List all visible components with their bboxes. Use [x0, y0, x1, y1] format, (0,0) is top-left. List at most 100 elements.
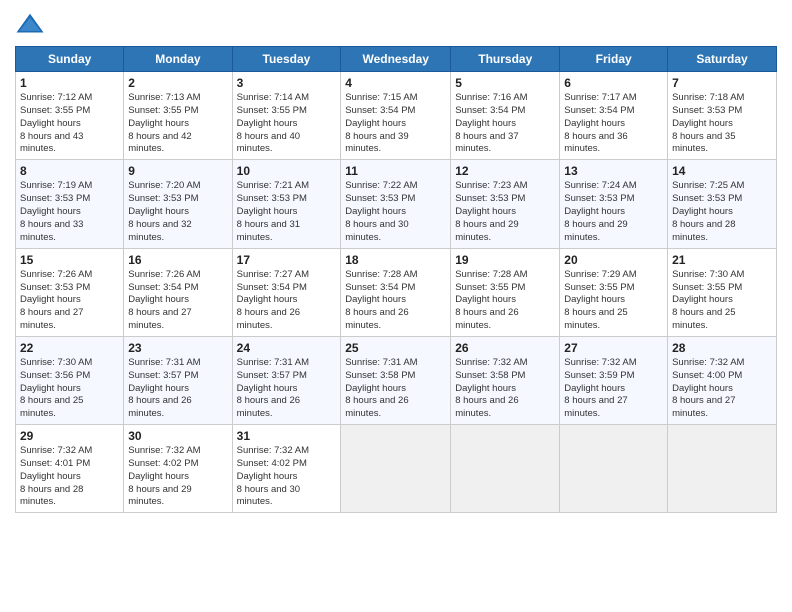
daylight-value: 8 hours and 25 minutes.: [20, 395, 83, 419]
sunrise: Sunrise: 7:26 AM: [20, 269, 92, 280]
sunrise: Sunrise: 7:24 AM: [564, 180, 636, 191]
daylight-value: 8 hours and 26 minutes.: [455, 307, 518, 331]
day-number: 11: [345, 163, 446, 179]
daylight-label: Daylight hours: [564, 383, 625, 394]
daylight-label: Daylight hours: [128, 206, 189, 217]
sunrise: Sunrise: 7:19 AM: [20, 180, 92, 191]
calendar-cell: 15Sunrise: 7:26 AMSunset: 3:53 PMDayligh…: [16, 248, 124, 336]
calendar-cell: 24Sunrise: 7:31 AMSunset: 3:57 PMDayligh…: [232, 336, 341, 424]
daylight-label: Daylight hours: [345, 383, 406, 394]
daylight-label: Daylight hours: [455, 294, 516, 305]
sunset: Sunset: 4:02 PM: [237, 458, 307, 469]
daylight-value: 8 hours and 40 minutes.: [237, 131, 300, 155]
calendar-cell: 28Sunrise: 7:32 AMSunset: 4:00 PMDayligh…: [668, 336, 777, 424]
calendar-cell: 16Sunrise: 7:26 AMSunset: 3:54 PMDayligh…: [124, 248, 232, 336]
calendar-cell: 18Sunrise: 7:28 AMSunset: 3:54 PMDayligh…: [341, 248, 451, 336]
sunrise: Sunrise: 7:31 AM: [345, 357, 417, 368]
daylight-value: 8 hours and 27 minutes.: [672, 395, 735, 419]
daylight-value: 8 hours and 29 minutes.: [128, 484, 191, 508]
daylight-value: 8 hours and 35 minutes.: [672, 131, 735, 155]
day-number: 29: [20, 428, 119, 444]
week-row-5: 29 Sunrise: 7:32 AM Sunset: 4:01 PM Dayligh…: [16, 425, 777, 513]
day-number: 31: [237, 428, 337, 444]
weekday-header-thursday: Thursday: [451, 47, 560, 72]
calendar-cell: 17Sunrise: 7:27 AMSunset: 3:54 PMDayligh…: [232, 248, 341, 336]
sunset: Sunset: 3:54 PM: [564, 105, 634, 116]
day-number: 1: [20, 75, 119, 91]
day-number: 22: [20, 340, 119, 356]
daylight-label: Daylight hours: [672, 206, 733, 217]
calendar-cell: [341, 425, 451, 513]
daylight-label: Daylight hours: [455, 206, 516, 217]
sunset: Sunset: 3:58 PM: [345, 370, 415, 381]
sunset: Sunset: 3:55 PM: [128, 105, 198, 116]
daylight-value: 8 hours and 27 minutes.: [20, 307, 83, 331]
sunset: Sunset: 3:54 PM: [128, 282, 198, 293]
daylight-label: Daylight hours: [455, 118, 516, 129]
calendar-cell: [668, 425, 777, 513]
sunrise: Sunrise: 7:32 AM: [455, 357, 527, 368]
day-number: 8: [20, 163, 119, 179]
sunset: Sunset: 3:57 PM: [237, 370, 307, 381]
calendar-cell: 23Sunrise: 7:31 AMSunset: 3:57 PMDayligh…: [124, 336, 232, 424]
day-number: 27: [564, 340, 663, 356]
calendar-cell: 31Sunrise: 7:32 AMSunset: 4:02 PMDayligh…: [232, 425, 341, 513]
day-number: 2: [128, 75, 227, 91]
daylight-label: Daylight hours: [237, 206, 298, 217]
daylight-value: 8 hours and 26 minutes.: [237, 307, 300, 331]
sunset: Sunset: 4:00 PM: [672, 370, 742, 381]
daylight-label: Daylight hours: [237, 294, 298, 305]
sunrise: Sunrise: 7:21 AM: [237, 180, 309, 191]
day-number: 6: [564, 75, 663, 91]
calendar-cell: 22Sunrise: 7:30 AMSunset: 3:56 PMDayligh…: [16, 336, 124, 424]
sunrise: Sunrise: 7:32 AM: [128, 445, 200, 456]
sunrise: Sunrise: 7:28 AM: [345, 269, 417, 280]
weekday-header-row: SundayMondayTuesdayWednesdayThursdayFrid…: [16, 47, 777, 72]
week-row-2: 8Sunrise: 7:19 AM Sunset: 3:53 PM Daylight…: [16, 160, 777, 248]
daylight-label: Daylight hours: [128, 471, 189, 482]
daylight-label: Daylight hours: [672, 118, 733, 129]
daylight-label: Daylight hours: [345, 118, 406, 129]
calendar-cell: 4Sunrise: 7:15 AMSunset: 3:54 PMDaylight…: [341, 72, 451, 160]
day-number: 17: [237, 252, 337, 268]
daylight-value: 8 hours and 39 minutes.: [345, 131, 408, 155]
daylight-value: 8 hours and 26 minutes.: [455, 395, 518, 419]
weekday-header-tuesday: Tuesday: [232, 47, 341, 72]
day-number: 26: [455, 340, 555, 356]
daylight-label: Daylight hours: [237, 383, 298, 394]
sunrise: Sunrise: 7:23 AM: [455, 180, 527, 191]
daylight-value: 8 hours and 43 minutes.: [20, 131, 83, 155]
daylight-label: Daylight hours: [20, 471, 81, 482]
sunset: Sunset: 3:53 PM: [128, 193, 198, 204]
sunset: Sunset: 4:01 PM: [20, 458, 90, 469]
day-number: 7: [672, 75, 772, 91]
sunrise: Sunrise: 7:13 AM: [128, 92, 200, 103]
daylight-value: 8 hours and 29 minutes.: [455, 219, 518, 243]
day-number: 25: [345, 340, 446, 356]
daylight-value: 8 hours and 30 minutes.: [237, 484, 300, 508]
week-row-4: 22Sunrise: 7:30 AMSunset: 3:56 PMDayligh…: [16, 336, 777, 424]
calendar-cell: 6Sunrise: 7:17 AMSunset: 3:54 PMDaylight…: [560, 72, 668, 160]
weekday-header-saturday: Saturday: [668, 47, 777, 72]
day-number: 19: [455, 252, 555, 268]
day-number: 5: [455, 75, 555, 91]
sunset: Sunset: 3:55 PM: [672, 282, 742, 293]
calendar-cell: 5Sunrise: 7:16 AMSunset: 3:54 PMDaylight…: [451, 72, 560, 160]
daylight-value: 8 hours and 27 minutes.: [564, 395, 627, 419]
day-number: 16: [128, 252, 227, 268]
calendar-cell: 9Sunrise: 7:20 AMSunset: 3:53 PMDaylight…: [124, 160, 232, 248]
day-number: 4: [345, 75, 446, 91]
calendar-table: SundayMondayTuesdayWednesdayThursdayFrid…: [15, 46, 777, 513]
sunrise: Sunrise: 7:32 AM: [237, 445, 309, 456]
daylight-label: Daylight hours: [672, 294, 733, 305]
daylight-label: Daylight hours: [455, 383, 516, 394]
day-number: 3: [237, 75, 337, 91]
daylight-label: Daylight hours: [672, 383, 733, 394]
daylight-value: 8 hours and 37 minutes.: [455, 131, 518, 155]
day-number: 9: [128, 163, 227, 179]
day-number: 12: [455, 163, 555, 179]
weekday-header-wednesday: Wednesday: [341, 47, 451, 72]
page-container: SundayMondayTuesdayWednesdayThursdayFrid…: [0, 0, 792, 518]
week-row-1: 1Sunrise: 7:12 AMSunset: 3:55 PMDaylight…: [16, 72, 777, 160]
header: [15, 10, 777, 40]
